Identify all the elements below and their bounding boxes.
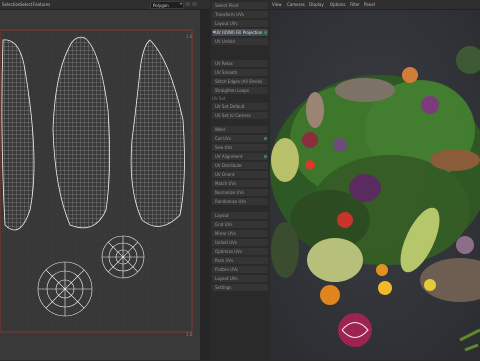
tool-randomize-uvs[interactable]: Randomize UVs (212, 198, 268, 205)
tool-unfold[interactable]: UV Unfold (212, 38, 268, 45)
uv-toolkit-panel: Select Pivot Transform UVs Layout UVs UV… (210, 0, 270, 360)
vp-menu-display[interactable]: Display (309, 2, 324, 7)
tool-pack-uvs[interactable]: Pack UVs (212, 257, 268, 264)
tool-straighten-loops[interactable]: Straighten Loops (212, 87, 268, 94)
tool-layout-uvs-2[interactable]: Layout UVs (212, 275, 268, 282)
uv-editor-toolbar: Selection Select Features Polygon (0, 0, 210, 10)
checkbox-icon[interactable] (264, 30, 267, 34)
tool-smooth[interactable]: UV Smooth (212, 69, 268, 76)
tool-uv-set-camera[interactable]: UV Set to Camera (212, 112, 268, 119)
uv-corner-label-bottom: 1.0 (186, 332, 193, 337)
tool-fill-projection[interactable]: UV (UVW) Fill Projection (212, 29, 268, 36)
vp-menu-view[interactable]: View (272, 2, 282, 7)
vp-menu-filter[interactable]: Filter (350, 2, 360, 7)
uv-corner-label-top: 1.0 (186, 34, 193, 39)
tool-transform-uvs[interactable]: Transform UVs (212, 11, 268, 18)
checkbox-icon[interactable] (264, 136, 267, 140)
tool-match-uvs[interactable]: Match UVs (212, 180, 268, 187)
viewport-menu-bar: View Cameras Display Options Filter Pane… (270, 0, 480, 10)
menu-selection[interactable]: Selection (2, 2, 20, 7)
uv-layout (0, 10, 200, 360)
tool-uv-set-default[interactable]: UV Set Default (212, 103, 268, 110)
tool-relax[interactable]: UV Relax (212, 60, 268, 67)
uv-editor-scrollbar[interactable] (200, 10, 210, 360)
uv-shell-circle-large (37, 261, 93, 317)
tool-grid-uvs[interactable]: Grid UVs (212, 221, 268, 228)
section-uv-set: UV Set (212, 96, 226, 101)
tool-settings[interactable]: Settings (212, 284, 268, 291)
tool-unfold-uvs[interactable]: Unfold UVs (212, 239, 268, 246)
tool-flatten-uvs[interactable]: Flatten UVs (212, 266, 268, 273)
dropdown-value: Polygon (153, 2, 169, 8)
menu-select[interactable]: Select (20, 2, 32, 7)
uv-shell-circle-small (101, 235, 145, 279)
tool-uv-distribute[interactable]: UV Distribute (212, 162, 268, 169)
tool-mirror-uvs[interactable]: Mirror UVs (212, 230, 268, 237)
checkbox-icon[interactable] (264, 154, 267, 158)
uv-editor-canvas[interactable]: 1.0 1.0 (0, 10, 200, 360)
tool-cut-uvs[interactable]: Cut UVs (212, 135, 268, 142)
tool-normalize-uvs[interactable]: Normalize UVs (212, 189, 268, 196)
tool-uv-orient[interactable]: UV Orient (212, 171, 268, 178)
menu-features[interactable]: Features (33, 2, 50, 7)
vp-menu-options[interactable]: Options (330, 2, 345, 7)
vp-menu-cameras[interactable]: Cameras (287, 2, 305, 7)
tool-optimize-uvs[interactable]: Optimize UVs (212, 248, 268, 255)
tool-stitch-edges[interactable]: Stitch Edges (All Shells) (212, 78, 268, 85)
tool-layout[interactable]: Layout (212, 212, 268, 219)
settings-icon[interactable] (192, 2, 197, 6)
vegetable-pile-render (270, 10, 480, 360)
grid-icon[interactable] (185, 2, 190, 6)
tool-weld[interactable]: Weld (212, 126, 268, 133)
tool-sew-uvs[interactable]: Sew UVs (212, 144, 268, 151)
tool-layout-uvs[interactable]: Layout UVs (212, 20, 268, 27)
tool-uv-alignment[interactable]: UV Alignment (212, 153, 268, 160)
component-mode-dropdown[interactable]: Polygon (150, 1, 184, 9)
chevron-down-icon (180, 3, 182, 5)
tool-select-pivot[interactable]: Select Pivot (212, 2, 268, 9)
perspective-viewport[interactable]: View Cameras Display Options Filter Pane… (270, 0, 480, 360)
vp-menu-panel[interactable]: Panel (364, 2, 375, 7)
